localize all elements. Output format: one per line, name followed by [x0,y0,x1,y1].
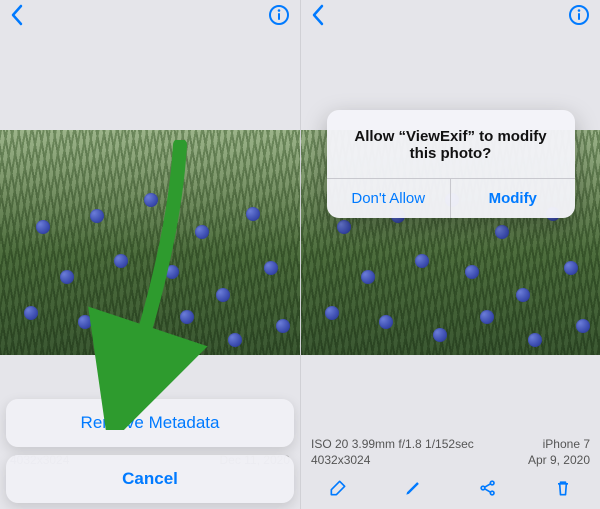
erase-button[interactable] [328,478,348,503]
edit-button[interactable] [403,478,423,503]
modify-button[interactable]: Modify [450,179,575,218]
eraser-icon [328,478,348,498]
alert-message: Allow “ViewExif” to modify this photo? [327,110,575,178]
dont-allow-button[interactable]: Don't Allow [327,179,451,218]
info-circle-icon [568,4,590,26]
meta-date: Apr 9, 2020 [528,453,590,467]
remove-metadata-button[interactable]: Remove Metadata [6,399,294,447]
bottom-toolbar [301,471,600,509]
back-button[interactable] [311,4,325,31]
metadata-footer: ISO 20 3.99mm f/1.8 1/152sec 4032x3024 i… [301,431,600,471]
share-icon [478,478,498,498]
screen-permission-alert: ISO 20 3.99mm f/1.8 1/152sec 4032x3024 i… [300,0,600,509]
action-sheet: Remove Metadata Cancel [6,399,294,503]
share-button[interactable] [478,478,498,503]
chevron-left-icon [311,4,325,26]
info-button[interactable] [568,4,590,31]
cancel-button[interactable]: Cancel [6,455,294,503]
meta-exif: ISO 20 3.99mm f/1.8 1/152sec [311,437,474,451]
delete-button[interactable] [553,478,573,503]
permission-alert: Allow “ViewExif” to modify this photo? D… [327,110,575,218]
meta-device: iPhone 7 [528,437,590,451]
nav-bar [301,0,600,34]
pencil-icon [403,478,423,498]
meta-dimensions: 4032x3024 [311,453,474,467]
screen-action-sheet: 4032x3024 Dec 11, 2020 Remove Metadata C… [0,0,300,509]
trash-icon [553,478,573,498]
